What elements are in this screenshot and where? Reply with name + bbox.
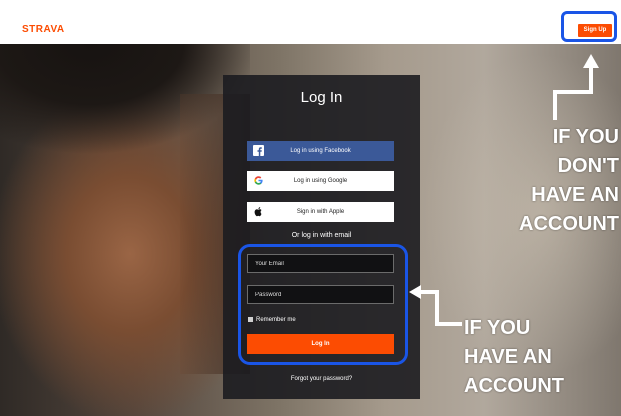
apple-icon — [254, 207, 262, 217]
apple-login-button[interactable]: Sign in with Apple — [247, 202, 394, 222]
have-account-annotation: IF YOU HAVE AN ACCOUNT — [464, 314, 564, 401]
annotation-line: IF YOU — [464, 317, 531, 339]
annotation-line: HAVE AN — [464, 346, 552, 368]
sign-up-highlight-box — [561, 11, 617, 42]
google-icon — [254, 176, 263, 185]
top-bar: STRAVA Sign Up — [0, 0, 621, 44]
google-login-button[interactable]: Log in using Google — [247, 171, 394, 191]
login-form-highlight-box — [238, 244, 408, 365]
facebook-login-label: Log in using Facebook — [290, 148, 351, 154]
annotation-line: IF YOU — [552, 126, 619, 148]
google-login-label: Log in using Google — [293, 178, 348, 184]
or-divider-text: Or log in with email — [291, 232, 352, 239]
annotation-line: DON'T — [557, 155, 619, 177]
annotation-line: HAVE AN — [531, 184, 619, 206]
annotation-line: ACCOUNT — [464, 375, 564, 397]
apple-login-label: Sign in with Apple — [296, 209, 345, 215]
annotation-line: ACCOUNT — [519, 213, 619, 235]
login-title: Log In — [300, 89, 343, 106]
strava-logo[interactable]: STRAVA — [22, 24, 65, 35]
forgot-password-link[interactable]: Forgot your password? — [223, 376, 420, 382]
facebook-login-button[interactable]: Log in using Facebook — [247, 141, 394, 161]
facebook-icon — [253, 145, 264, 156]
no-account-annotation: IF YOU DON'T HAVE AN ACCOUNT — [519, 123, 619, 239]
